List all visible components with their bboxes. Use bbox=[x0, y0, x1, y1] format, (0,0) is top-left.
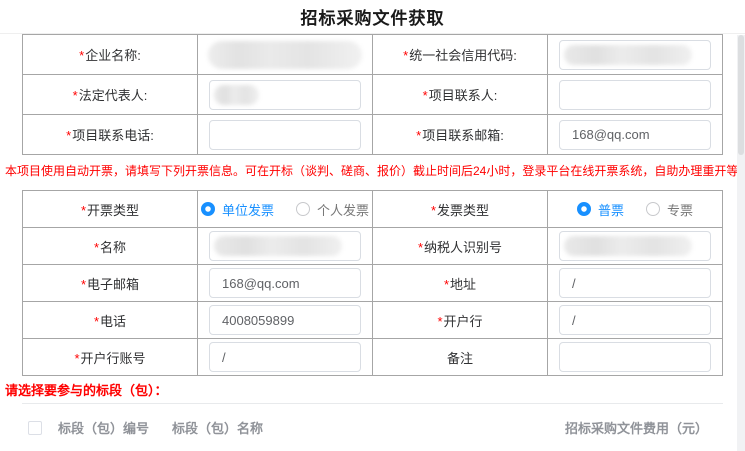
select-all-checkbox[interactable] bbox=[28, 421, 42, 435]
company-name-label: *企业名称: bbox=[23, 35, 198, 75]
required-marker: * bbox=[81, 277, 86, 292]
radio-selected-icon bbox=[577, 202, 591, 216]
tax-id-value bbox=[548, 228, 723, 265]
contact-email-input[interactable] bbox=[559, 120, 711, 150]
ticket-type-label: *发票类型 bbox=[373, 191, 548, 228]
remark-value bbox=[548, 339, 723, 376]
bank-input[interactable] bbox=[559, 305, 711, 335]
required-marker: * bbox=[74, 351, 79, 366]
invoice-type-options: 单位发票 个人发票 bbox=[198, 191, 373, 228]
address-value bbox=[548, 265, 723, 302]
required-marker: * bbox=[79, 48, 84, 63]
legal-rep-redacted bbox=[214, 85, 259, 105]
tax-id-field[interactable] bbox=[559, 231, 711, 261]
invoice-email-label: *电子邮箱 bbox=[23, 265, 198, 302]
contact-phone-input[interactable] bbox=[209, 120, 361, 150]
table-row: *项目联系电话: *项目联系邮箱: bbox=[23, 115, 723, 155]
table-row: *名称 *纳税人识别号 bbox=[23, 228, 723, 265]
invoice-name-label: *名称 bbox=[23, 228, 198, 265]
invoice-email-input[interactable] bbox=[209, 268, 361, 298]
contact-email-value bbox=[548, 115, 723, 155]
tax-id-redacted bbox=[564, 236, 692, 256]
bank-account-input[interactable] bbox=[209, 342, 361, 372]
table-row: *企业名称: *统一社会信用代码: bbox=[23, 35, 723, 75]
invoice-info-table: *开票类型 单位发票 个人发票 *发票类型 普票 bbox=[22, 190, 723, 376]
required-marker: * bbox=[418, 240, 423, 255]
bank-value bbox=[548, 302, 723, 339]
bank-account-value bbox=[198, 339, 373, 376]
page-header: 招标采购文件获取 bbox=[0, 0, 745, 34]
required-marker: * bbox=[94, 240, 99, 255]
invoice-type-label: *开票类型 bbox=[23, 191, 198, 228]
required-marker: * bbox=[94, 314, 99, 329]
radio-personal-invoice[interactable]: 个人发票 bbox=[296, 200, 369, 219]
bank-account-label: *开户行账号 bbox=[23, 339, 198, 376]
required-marker: * bbox=[81, 203, 86, 218]
remark-label: 备注 bbox=[373, 339, 548, 376]
project-contact-value bbox=[548, 75, 723, 115]
legal-rep-label: *法定代表人: bbox=[23, 75, 198, 115]
company-name-redacted bbox=[208, 41, 362, 69]
credit-code-label: *统一社会信用代码: bbox=[373, 35, 548, 75]
header-section-fee: 招标采购文件费用（元） bbox=[565, 418, 723, 437]
radio-unselected-icon bbox=[296, 202, 310, 216]
invoice-name-redacted bbox=[214, 236, 342, 256]
required-marker: * bbox=[444, 277, 449, 292]
radio-general-ticket[interactable]: 普票 bbox=[577, 200, 624, 219]
section-table-header: 标段（包）编号 标段（包）名称 招标采购文件费用（元） bbox=[22, 403, 723, 451]
contact-info-table: *企业名称: *统一社会信用代码: *法定代表人: *项目联系人: bbox=[22, 34, 723, 155]
contact-email-label: *项目联系邮箱: bbox=[373, 115, 548, 155]
table-row: *开户行账号 备注 bbox=[23, 339, 723, 376]
contact-phone-label: *项目联系电话: bbox=[23, 115, 198, 155]
header-section-code: 标段（包）编号 bbox=[58, 418, 172, 437]
required-marker: * bbox=[66, 128, 71, 143]
credit-code-redacted bbox=[564, 45, 692, 65]
invoice-email-value bbox=[198, 265, 373, 302]
invoice-phone-label: *电话 bbox=[23, 302, 198, 339]
table-row: *法定代表人: *项目联系人: bbox=[23, 75, 723, 115]
company-name-value bbox=[198, 35, 373, 75]
table-row: *电子邮箱 *地址 bbox=[23, 265, 723, 302]
project-contact-label: *项目联系人: bbox=[373, 75, 548, 115]
required-marker: * bbox=[423, 88, 428, 103]
radio-special-ticket[interactable]: 专票 bbox=[646, 200, 693, 219]
invoice-notice-text: 本项目使用自动开票，请填写下列开票信息。可在开标（谈判、磋商、报价）截止时间后2… bbox=[5, 162, 740, 179]
ticket-type-options: 普票 专票 bbox=[548, 191, 723, 228]
tax-id-label: *纳税人识别号 bbox=[373, 228, 548, 265]
address-input[interactable] bbox=[559, 268, 711, 298]
invoice-name-field[interactable] bbox=[209, 231, 361, 261]
scrollbar-thumb[interactable] bbox=[738, 35, 744, 155]
credit-code-field[interactable] bbox=[559, 40, 711, 70]
table-row: *开票类型 单位发票 个人发票 *发票类型 普票 bbox=[23, 191, 723, 228]
required-marker: * bbox=[403, 48, 408, 63]
scrollbar-track[interactable] bbox=[737, 35, 745, 451]
invoice-name-value bbox=[198, 228, 373, 265]
legal-rep-field[interactable] bbox=[209, 80, 361, 110]
header-checkbox-cell bbox=[22, 421, 58, 435]
required-marker: * bbox=[416, 128, 421, 143]
required-marker: * bbox=[437, 314, 442, 329]
table-row: *电话 *开户行 bbox=[23, 302, 723, 339]
invoice-phone-input[interactable] bbox=[209, 305, 361, 335]
address-label: *地址 bbox=[373, 265, 548, 302]
radio-selected-icon bbox=[201, 202, 215, 216]
radio-unselected-icon bbox=[646, 202, 660, 216]
legal-rep-value bbox=[198, 75, 373, 115]
radio-company-invoice[interactable]: 单位发票 bbox=[201, 200, 274, 219]
invoice-phone-value bbox=[198, 302, 373, 339]
project-contact-input[interactable] bbox=[559, 80, 711, 110]
required-marker: * bbox=[431, 203, 436, 218]
credit-code-value bbox=[548, 35, 723, 75]
bank-label: *开户行 bbox=[373, 302, 548, 339]
required-marker: * bbox=[73, 88, 78, 103]
header-section-name: 标段（包）名称 bbox=[172, 418, 565, 437]
contact-phone-value bbox=[198, 115, 373, 155]
remark-input[interactable] bbox=[559, 342, 711, 372]
section-select-prompt: 请选择要参与的标段（包）： bbox=[5, 380, 740, 399]
page-title: 招标采购文件获取 bbox=[301, 4, 445, 29]
